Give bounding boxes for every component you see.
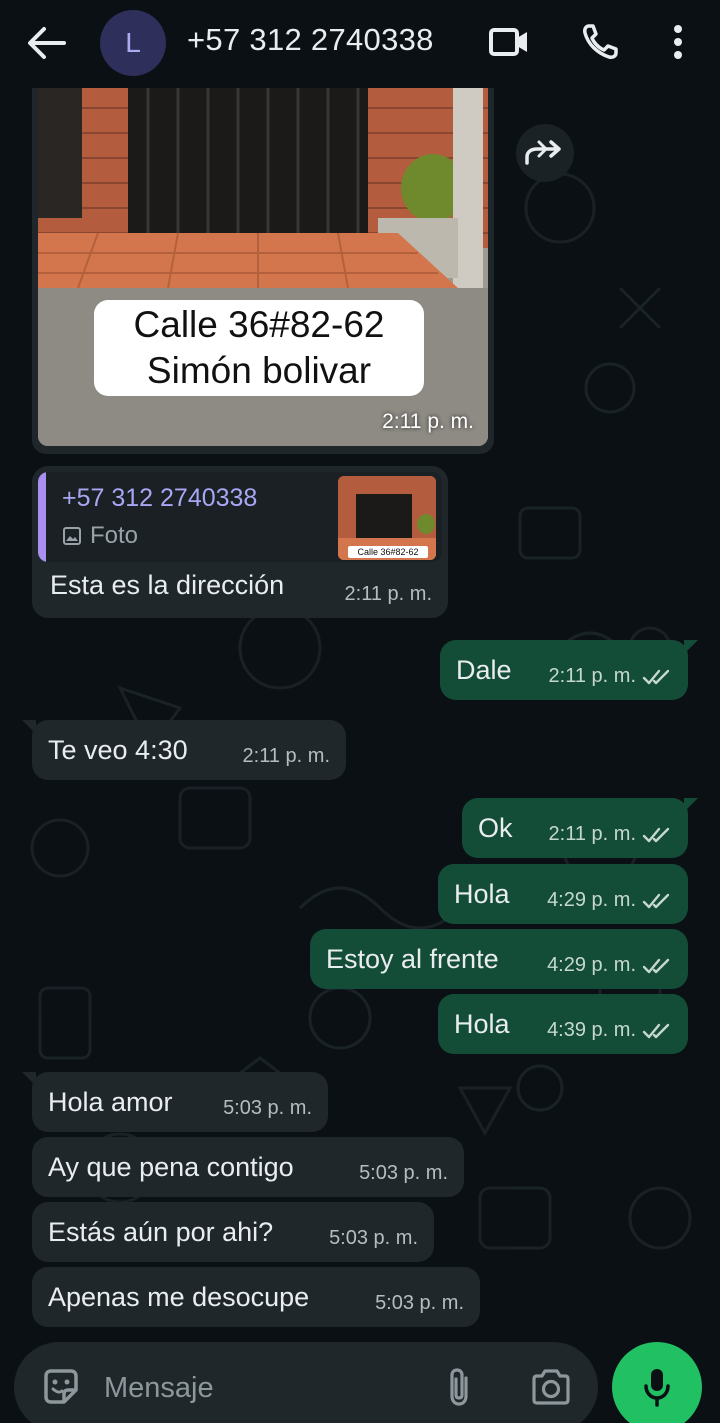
message-time: 5:03 p. m. [329, 1227, 418, 1249]
more-vertical-icon[interactable] [668, 22, 688, 62]
quoted-message[interactable]: +57 312 2740338 Foto Calle 36#82-62 [38, 472, 442, 562]
caption-line-1: Calle 36#82-62 [133, 304, 385, 345]
message-text: Te veo 4:30 [48, 734, 188, 765]
message-time: 5:03 p. m. [223, 1097, 312, 1119]
image-caption: Calle 36#82-62 Simón bolivar [94, 300, 424, 396]
double-check-icon [642, 669, 670, 684]
double-check-icon [642, 1023, 670, 1038]
message-meta: 4:29 p. m. [547, 889, 672, 912]
message-text: Estoy al frente [326, 943, 499, 974]
message-bubble-incoming[interactable]: Te veo 4:30 2:11 p. m. [22, 720, 346, 780]
message-time: 2:11 p. m. [242, 745, 330, 767]
photo-icon [63, 527, 81, 545]
message-composer [14, 1342, 598, 1423]
quoted-type: Foto [62, 522, 138, 550]
avatar[interactable]: L [100, 10, 166, 76]
message-time: 4:29 p. m. [547, 889, 636, 911]
forward-icon [525, 140, 561, 165]
message-bubble-incoming[interactable]: Estás aún por ahi? 5:03 p. m. [32, 1202, 434, 1262]
microphone-button[interactable] [612, 1342, 702, 1423]
message-text: Hola amor [48, 1086, 173, 1117]
image-message[interactable]: Calle 36#82-62 Simón bolivar 2:11 p. m. [32, 88, 494, 454]
message-meta: 4:29 p. m. [547, 954, 672, 977]
attach-icon[interactable] [442, 1366, 476, 1408]
thumbnail-caption: Calle 36#82-62 [348, 546, 428, 558]
message-meta: 4:39 p. m. [547, 1019, 672, 1042]
message-time: 4:39 p. m. [547, 1019, 636, 1041]
message-text: Esta es la dirección [50, 570, 285, 600]
quoted-sender: +57 312 2740338 [62, 484, 258, 512]
double-check-icon [642, 827, 670, 842]
chat-header: L +57 312 2740338 [0, 0, 720, 88]
sticker-icon[interactable] [40, 1366, 82, 1408]
message-time: 5:03 p. m. [375, 1292, 464, 1314]
quote-accent-bar [38, 472, 46, 562]
message-bubble-outgoing[interactable]: Estoy al frente 4:29 p. m. [310, 929, 688, 989]
house-photo[interactable]: Calle 36#82-62 Simón bolivar 2:11 p. m. [38, 88, 488, 446]
message-input[interactable] [104, 1364, 424, 1412]
message-text: Dale [456, 654, 512, 685]
message-text: Ay que pena contigo [48, 1151, 294, 1182]
message-text: Ok [478, 812, 513, 843]
message-time: 2:11 p. m. [548, 665, 636, 687]
reply-message[interactable]: +57 312 2740338 Foto Calle 36#82-62 Esta… [32, 466, 448, 618]
caption-line-2: Simón bolivar [146, 350, 372, 391]
message-meta: 2:11 p. m. [549, 665, 672, 688]
message-text: Estás aún por ahi? [48, 1216, 274, 1247]
message-meta: 5:03 p. m. [359, 1162, 448, 1185]
arrow-left-icon[interactable] [26, 26, 66, 60]
message-bubble-outgoing[interactable]: Dale 2:11 p. m. [440, 640, 698, 700]
double-check-icon [642, 893, 670, 908]
message-meta: 5:03 p. m. [329, 1227, 418, 1250]
message-meta: 2:11 p. m. [549, 823, 672, 846]
message-time: 2:11 p. m. [382, 410, 474, 433]
microphone-icon [644, 1369, 670, 1407]
message-bubble-incoming[interactable]: Apenas me desocupe 5:03 p. m. [32, 1267, 480, 1327]
message-bubble-outgoing[interactable]: Hola 4:29 p. m. [438, 864, 688, 924]
chat-area[interactable]: Calle 36#82-62 Simón bolivar 2:11 p. m. … [0, 88, 720, 1340]
camera-icon[interactable] [530, 1368, 572, 1406]
message-bubble-outgoing[interactable]: Hola 4:39 p. m. [438, 994, 688, 1054]
message-meta: 2:11 p. m. [345, 583, 432, 606]
message-bubble-incoming[interactable]: Hola amor 5:03 p. m. [22, 1072, 328, 1132]
phone-icon[interactable] [580, 22, 620, 62]
video-call-icon[interactable] [488, 24, 530, 60]
message-text: Apenas me desocupe [48, 1281, 310, 1312]
double-check-icon [642, 958, 670, 973]
message-text: Hola [454, 878, 510, 909]
quoted-thumbnail: Calle 36#82-62 [338, 476, 436, 560]
message-time: 5:03 p. m. [359, 1162, 448, 1184]
message-text: Hola [454, 1008, 510, 1039]
message-meta: 5:03 p. m. [223, 1097, 312, 1120]
message-time: 2:11 p. m. [344, 583, 432, 605]
message-bubble-incoming[interactable]: Ay que pena contigo 5:03 p. m. [32, 1137, 464, 1197]
contact-name[interactable]: +57 312 2740338 [187, 22, 434, 58]
message-meta: 2:11 p. m. [243, 745, 330, 768]
message-bubble-outgoing[interactable]: Ok 2:11 p. m. [462, 798, 698, 858]
message-time: 4:29 p. m. [547, 954, 636, 976]
quoted-type-label: Foto [90, 522, 139, 549]
forward-button[interactable] [516, 124, 574, 182]
message-time: 2:11 p. m. [548, 823, 636, 845]
message-meta: 5:03 p. m. [375, 1292, 464, 1315]
